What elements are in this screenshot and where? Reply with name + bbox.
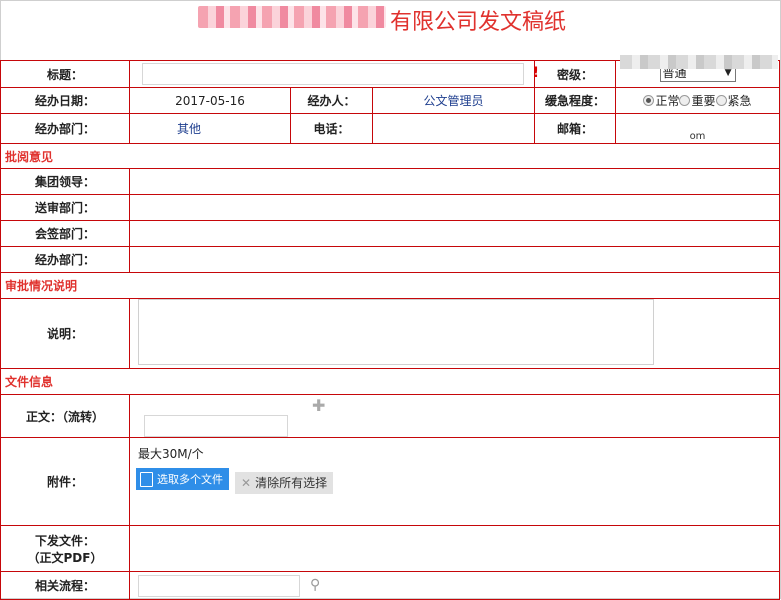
attachment-row: 附件： 最大30M/个 选取多个文件 ✕ 清除所有选择 bbox=[0, 437, 780, 526]
review-row: 经办部门： bbox=[0, 246, 780, 273]
body-file-input[interactable] bbox=[144, 415, 288, 437]
urgency-label: 缓急程度： bbox=[534, 87, 616, 114]
issued-file-label-line1: 下发文件： bbox=[34, 533, 95, 548]
title-cell: ! bbox=[129, 60, 539, 88]
body-file-cell: ✚ bbox=[129, 394, 780, 438]
body-file-label: 正文：（流转） bbox=[0, 394, 130, 438]
close-icon: ✕ bbox=[241, 475, 252, 490]
review-row: 送审部门： bbox=[0, 194, 780, 221]
date-label: 经办日期： bbox=[0, 87, 130, 114]
review-value-group-leader bbox=[129, 168, 780, 195]
email-tail: om bbox=[689, 131, 706, 142]
note-row: 说明： bbox=[0, 298, 780, 369]
urgency-option-important: 重要 bbox=[691, 94, 716, 108]
related-flow-cell: ⚲ bbox=[129, 571, 780, 600]
approval-section-row: 审批情况说明 bbox=[0, 272, 780, 299]
dept-label: 经办部门： bbox=[0, 113, 130, 144]
handler-value: 公文管理员 bbox=[372, 87, 535, 114]
page-title: 有限公司发文稿纸 bbox=[390, 10, 567, 35]
urgency-radio-group: 正常 重要 紧急 bbox=[620, 92, 775, 109]
title-label: 标题： bbox=[0, 60, 130, 88]
review-section-row: 批阅意见 bbox=[0, 143, 780, 169]
email-cell[interactable]: om bbox=[615, 113, 780, 144]
select-files-label: 选取多个文件 bbox=[157, 473, 223, 486]
phone-value[interactable] bbox=[372, 113, 535, 144]
document-form: 标题： ! 密级： 普通 ▼ 经办日期： 2017-05-16 经办人： 公文管… bbox=[0, 60, 780, 600]
email-label: 邮箱： bbox=[534, 113, 616, 144]
plus-icon[interactable]: ✚ bbox=[312, 396, 325, 415]
review-row: 会签部门： bbox=[0, 220, 780, 247]
body-file-row: 正文：（流转） ✚ bbox=[0, 394, 780, 438]
issued-file-label-line2: （正文PDF） bbox=[27, 550, 103, 565]
urgency-option-urgent: 紧急 bbox=[727, 94, 752, 108]
file-icon bbox=[140, 471, 153, 487]
date-value: 2017-05-16 bbox=[129, 87, 291, 114]
attachment-hint: 最大30M/个 bbox=[138, 447, 204, 461]
note-label: 说明： bbox=[0, 298, 130, 369]
secret-label: 密级： bbox=[534, 60, 616, 88]
urgency-option-normal: 正常 bbox=[655, 94, 680, 108]
attachment-cell: 最大30M/个 选取多个文件 ✕ 清除所有选择 bbox=[129, 437, 780, 526]
dept-row: 经办部门： 其他 电话： 邮箱： om bbox=[0, 113, 780, 144]
issued-file-label: 下发文件： （正文PDF） bbox=[0, 525, 130, 572]
approval-section-title: 审批情况说明 bbox=[0, 272, 780, 299]
review-label-handling-dept: 经办部门： bbox=[0, 246, 130, 273]
phone-label: 电话： bbox=[290, 113, 373, 144]
company-name-redacted bbox=[198, 6, 386, 28]
files-section-title: 文件信息 bbox=[0, 368, 780, 395]
review-section-title: 批阅意见 bbox=[0, 143, 780, 169]
email-redacted bbox=[620, 55, 778, 69]
urgency-radio-normal[interactable] bbox=[643, 95, 655, 106]
clear-selection-label: 清除所有选择 bbox=[255, 476, 328, 490]
related-flow-row: 相关流程： ⚲ bbox=[0, 571, 780, 600]
attachment-label: 附件： bbox=[0, 437, 130, 526]
urgency-cell: 正常 重要 紧急 bbox=[615, 87, 780, 114]
title-input[interactable]: ! bbox=[142, 63, 539, 85]
date-row: 经办日期： 2017-05-16 经办人： 公文管理员 缓急程度： 正常 重要 … bbox=[0, 87, 780, 114]
select-files-button[interactable]: 选取多个文件 bbox=[136, 468, 229, 490]
issued-file-row: 下发文件： （正文PDF） bbox=[0, 525, 780, 572]
files-section-row: 文件信息 bbox=[0, 368, 780, 395]
review-value-submit-dept bbox=[129, 194, 780, 221]
urgency-radio-important[interactable] bbox=[679, 95, 691, 106]
required-mark: ! bbox=[532, 65, 539, 81]
review-label-submit-dept: 送审部门： bbox=[0, 194, 130, 221]
related-flow-input[interactable] bbox=[138, 574, 300, 597]
search-icon[interactable]: ⚲ bbox=[310, 577, 320, 593]
review-label-countersign-dept: 会签部门： bbox=[0, 220, 130, 247]
page-header: 有限公司发文稿纸 bbox=[0, 0, 781, 60]
note-textarea[interactable] bbox=[138, 299, 654, 365]
clear-selection-button[interactable]: ✕ 清除所有选择 bbox=[235, 471, 334, 494]
review-label-group-leader: 集团领导： bbox=[0, 168, 130, 195]
dept-value: 其他 bbox=[129, 113, 291, 144]
review-value-handling-dept bbox=[129, 246, 780, 273]
review-row: 集团领导： bbox=[0, 168, 780, 195]
review-value-countersign-dept bbox=[129, 220, 780, 247]
note-cell bbox=[129, 298, 780, 369]
issued-file-cell bbox=[129, 525, 780, 572]
related-flow-label: 相关流程： bbox=[0, 571, 130, 600]
handler-label: 经办人： bbox=[290, 87, 373, 114]
urgency-radio-urgent[interactable] bbox=[715, 95, 727, 106]
